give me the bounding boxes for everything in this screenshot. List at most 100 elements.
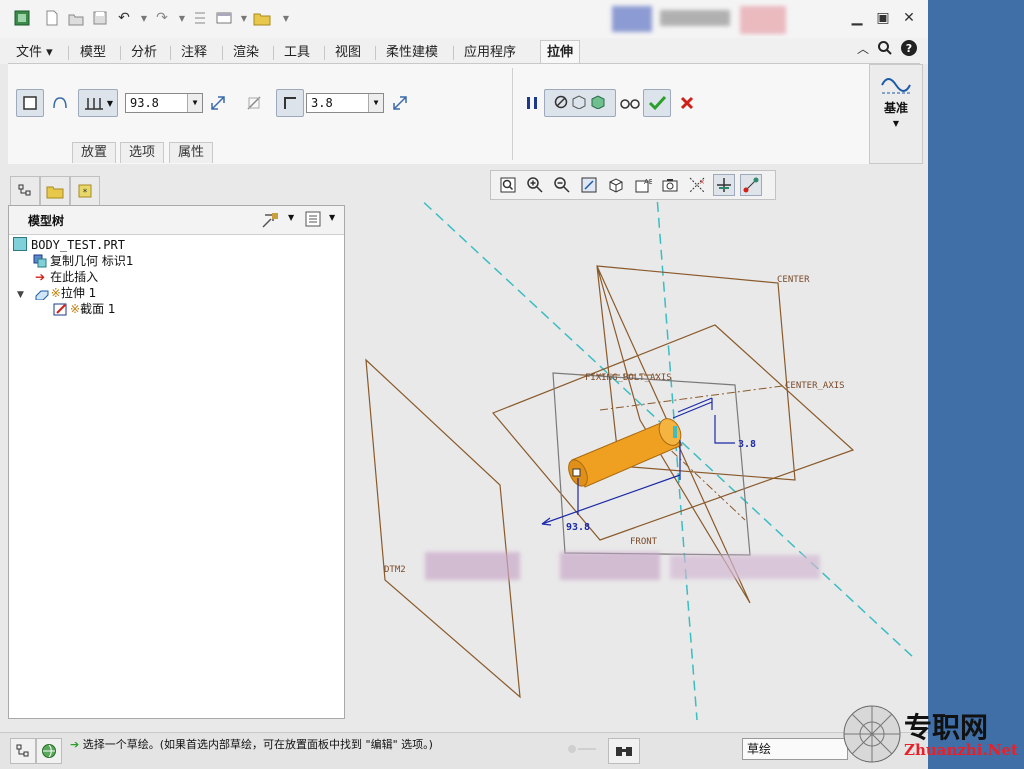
svg-text:?: ? xyxy=(906,42,912,55)
tree-item-part[interactable]: BODY_TEST.PRT xyxy=(13,237,125,253)
shaded-preview-icon[interactable] xyxy=(590,94,606,112)
tree-settings-icon[interactable] xyxy=(261,211,281,232)
ok-button[interactable] xyxy=(643,89,671,117)
status-message-text: 选择一个草绘。(如果首选内部草绘，可在放置面板中找到 "编辑" 选项。) xyxy=(82,738,433,751)
find-icon[interactable] xyxy=(608,738,640,764)
tree-item-extrude[interactable]: ▼ ※拉伸 1 xyxy=(17,285,96,301)
folder-icon[interactable] xyxy=(252,8,272,28)
tab-flexible-modeling[interactable]: 柔性建模 xyxy=(380,44,444,62)
tab-model[interactable]: 模型 xyxy=(74,44,112,62)
tab-view[interactable]: 视图 xyxy=(329,44,367,62)
wireframe-preview-icon[interactable] xyxy=(571,94,587,112)
show-columns-dropdown-icon[interactable]: ▼ xyxy=(329,213,335,222)
windows-icon[interactable] xyxy=(214,8,234,28)
tab-applications[interactable]: 应用程序 xyxy=(458,44,522,62)
undo-dropdown-icon[interactable]: ▼ xyxy=(134,8,154,28)
verify-glasses-button[interactable] xyxy=(616,89,644,117)
svg-text:*: * xyxy=(83,188,88,198)
extrude-solid-button[interactable] xyxy=(16,89,44,117)
depth-dimension-text[interactable]: 93.8 xyxy=(566,522,590,533)
depth-option-button[interactable]: ▼ xyxy=(78,89,118,117)
spin-center-icon[interactable] xyxy=(713,174,735,196)
tab-analysis[interactable]: 分析 xyxy=(125,44,163,62)
datum-group[interactable]: 基准 ▼ xyxy=(869,64,923,164)
datum-display-filters-icon[interactable]: × xyxy=(686,174,708,196)
tree-item-copy-geometry[interactable]: 复制几何 标识1 xyxy=(33,253,133,269)
open-icon[interactable] xyxy=(66,8,86,28)
search-icon[interactable] xyxy=(874,38,896,58)
favorites-tab[interactable]: * xyxy=(70,176,100,206)
axis-line xyxy=(659,439,746,521)
extrude-surface-button[interactable] xyxy=(46,89,74,117)
tab-file[interactable]: 文件 ▾ xyxy=(10,44,59,62)
tree-item-insert-here[interactable]: ➔ 在此插入 xyxy=(35,269,98,285)
selection-filter-select[interactable]: 草绘 xyxy=(742,738,848,760)
depth-value-text: 93.8 xyxy=(130,96,159,110)
regen-indicator xyxy=(566,742,598,756)
undo-icon[interactable]: ↶ xyxy=(114,8,134,28)
tree-settings-dropdown-icon[interactable]: ▼ xyxy=(288,213,294,222)
regenerate-icon[interactable] xyxy=(190,8,210,28)
repaint-icon[interactable] xyxy=(578,174,600,196)
redo-icon[interactable]: ↷ xyxy=(152,8,172,28)
selection-filter-value: 草绘 xyxy=(747,742,772,756)
tab-separator xyxy=(120,46,121,60)
new-icon[interactable] xyxy=(42,8,62,28)
zoom-out-icon[interactable] xyxy=(551,174,573,196)
windows-dropdown-icon[interactable]: ▼ xyxy=(234,8,254,28)
minimize-icon[interactable]: ▁ xyxy=(846,8,868,28)
dtm2-plane[interactable] xyxy=(365,358,521,699)
thickness-dimension-text[interactable]: 3.8 xyxy=(738,439,756,450)
saved-orientations-icon[interactable]: AB xyxy=(632,174,654,196)
minimize-ribbon-icon[interactable]: ︿ xyxy=(852,38,874,58)
depth-value-dropdown-icon[interactable]: ▼ xyxy=(187,94,202,112)
restore-icon[interactable]: ▣ xyxy=(872,8,894,28)
expand-arrow-icon[interactable]: ▼ xyxy=(17,290,24,300)
flip-depth-direction-button[interactable] xyxy=(204,89,232,117)
help-icon[interactable]: ? xyxy=(898,38,920,58)
tree-item-label: 复制几何 标识1 xyxy=(50,254,134,268)
tab-separator xyxy=(273,46,274,60)
model-tree-tab[interactable] xyxy=(10,176,40,206)
thickness-value-dropdown-icon[interactable]: ▼ xyxy=(368,94,383,112)
tab-tools[interactable]: 工具 xyxy=(278,44,316,62)
save-icon[interactable] xyxy=(90,8,110,28)
no-preview-icon[interactable] xyxy=(554,95,568,112)
thicken-sketch-button[interactable] xyxy=(276,89,304,117)
zoom-in-icon[interactable] xyxy=(524,174,546,196)
display-style-icon[interactable] xyxy=(605,174,627,196)
remove-material-button[interactable] xyxy=(240,89,268,117)
show-navigator-icon[interactable] xyxy=(10,738,36,764)
properties-subtab[interactable]: 属性 xyxy=(169,142,214,163)
view-manager-icon[interactable] xyxy=(659,174,681,196)
placement-subtab[interactable]: 放置 xyxy=(72,142,117,163)
redo-dropdown-icon[interactable]: ▼ xyxy=(172,8,192,28)
show-browser-icon[interactable] xyxy=(36,738,62,764)
folder-browser-tab[interactable] xyxy=(40,176,70,206)
status-message: ➔ 选择一个草绘。(如果首选内部草绘，可在放置面板中找到 "编辑" 选项。) xyxy=(70,738,433,752)
tab-render[interactable]: 渲染 xyxy=(227,44,265,62)
show-columns-icon[interactable] xyxy=(305,211,321,230)
annotation-display-icon[interactable] xyxy=(740,174,762,196)
graphics-viewport[interactable]: 93.8 3.8 CENTER CENTER_AXIS FIXING_BOLT_… xyxy=(344,200,928,732)
extrude-feature-icon xyxy=(34,286,50,304)
refit-icon[interactable] xyxy=(497,174,519,196)
depth-value-input[interactable]: 93.8 ▼ xyxy=(125,93,203,113)
options-subtab[interactable]: 选项 xyxy=(120,142,165,163)
svg-text:×: × xyxy=(699,178,705,186)
cancel-button[interactable] xyxy=(673,89,701,117)
pause-button[interactable] xyxy=(518,89,546,117)
thickness-value-input[interactable]: 3.8 ▼ xyxy=(306,93,384,113)
tab-extrude[interactable]: 拉伸 xyxy=(540,40,581,65)
flip-thickness-direction-button[interactable] xyxy=(386,89,414,117)
app-icon[interactable] xyxy=(12,8,32,28)
customize-icon[interactable]: ▼ xyxy=(276,8,296,28)
close-icon[interactable]: ✕ xyxy=(898,8,920,28)
tree-item-label: 拉伸 1 xyxy=(60,286,97,300)
extrude-preview[interactable] xyxy=(565,415,685,489)
tab-separator xyxy=(453,46,454,60)
thickness-dimension[interactable] xyxy=(714,415,735,444)
drag-handle[interactable] xyxy=(572,468,581,477)
tree-item-section[interactable]: ※截面 1 xyxy=(53,301,116,317)
tab-annotate[interactable]: 注释 xyxy=(175,44,213,62)
